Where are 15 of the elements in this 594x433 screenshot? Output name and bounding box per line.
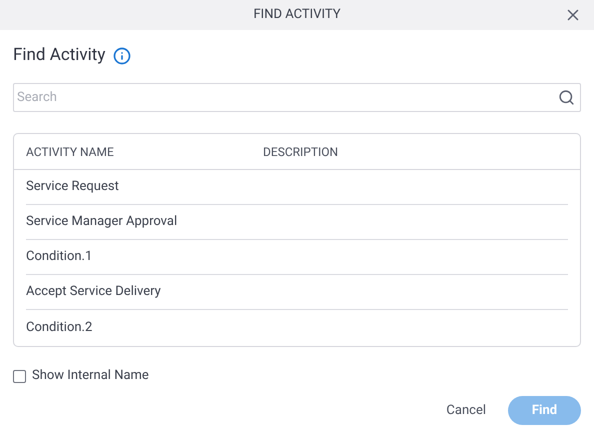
dialog-heading: Find Activity (13, 44, 106, 68)
cancel-button[interactable]: Cancel (444, 396, 488, 425)
table-cell-text: Condition.1 (26, 248, 92, 266)
checkbox-label: Show Internal Name (32, 367, 149, 386)
window-title: FIND ACTIVITY (253, 6, 341, 24)
table-cell-text: Condition.2 (26, 318, 92, 337)
table-cell-text: Accept Service Delivery (26, 283, 161, 302)
table-cell-text: Service Request (26, 178, 119, 196)
checkbox[interactable] (13, 370, 26, 382)
search-field[interactable]: Search (13, 83, 581, 112)
column-header: ACTIVITY NAME (26, 144, 115, 160)
search-icon[interactable] (558, 89, 575, 106)
table-cell-text: Service Manager Approval (26, 213, 178, 232)
info-icon[interactable] (113, 47, 132, 65)
column-header: DESCRIPTION (263, 144, 338, 160)
